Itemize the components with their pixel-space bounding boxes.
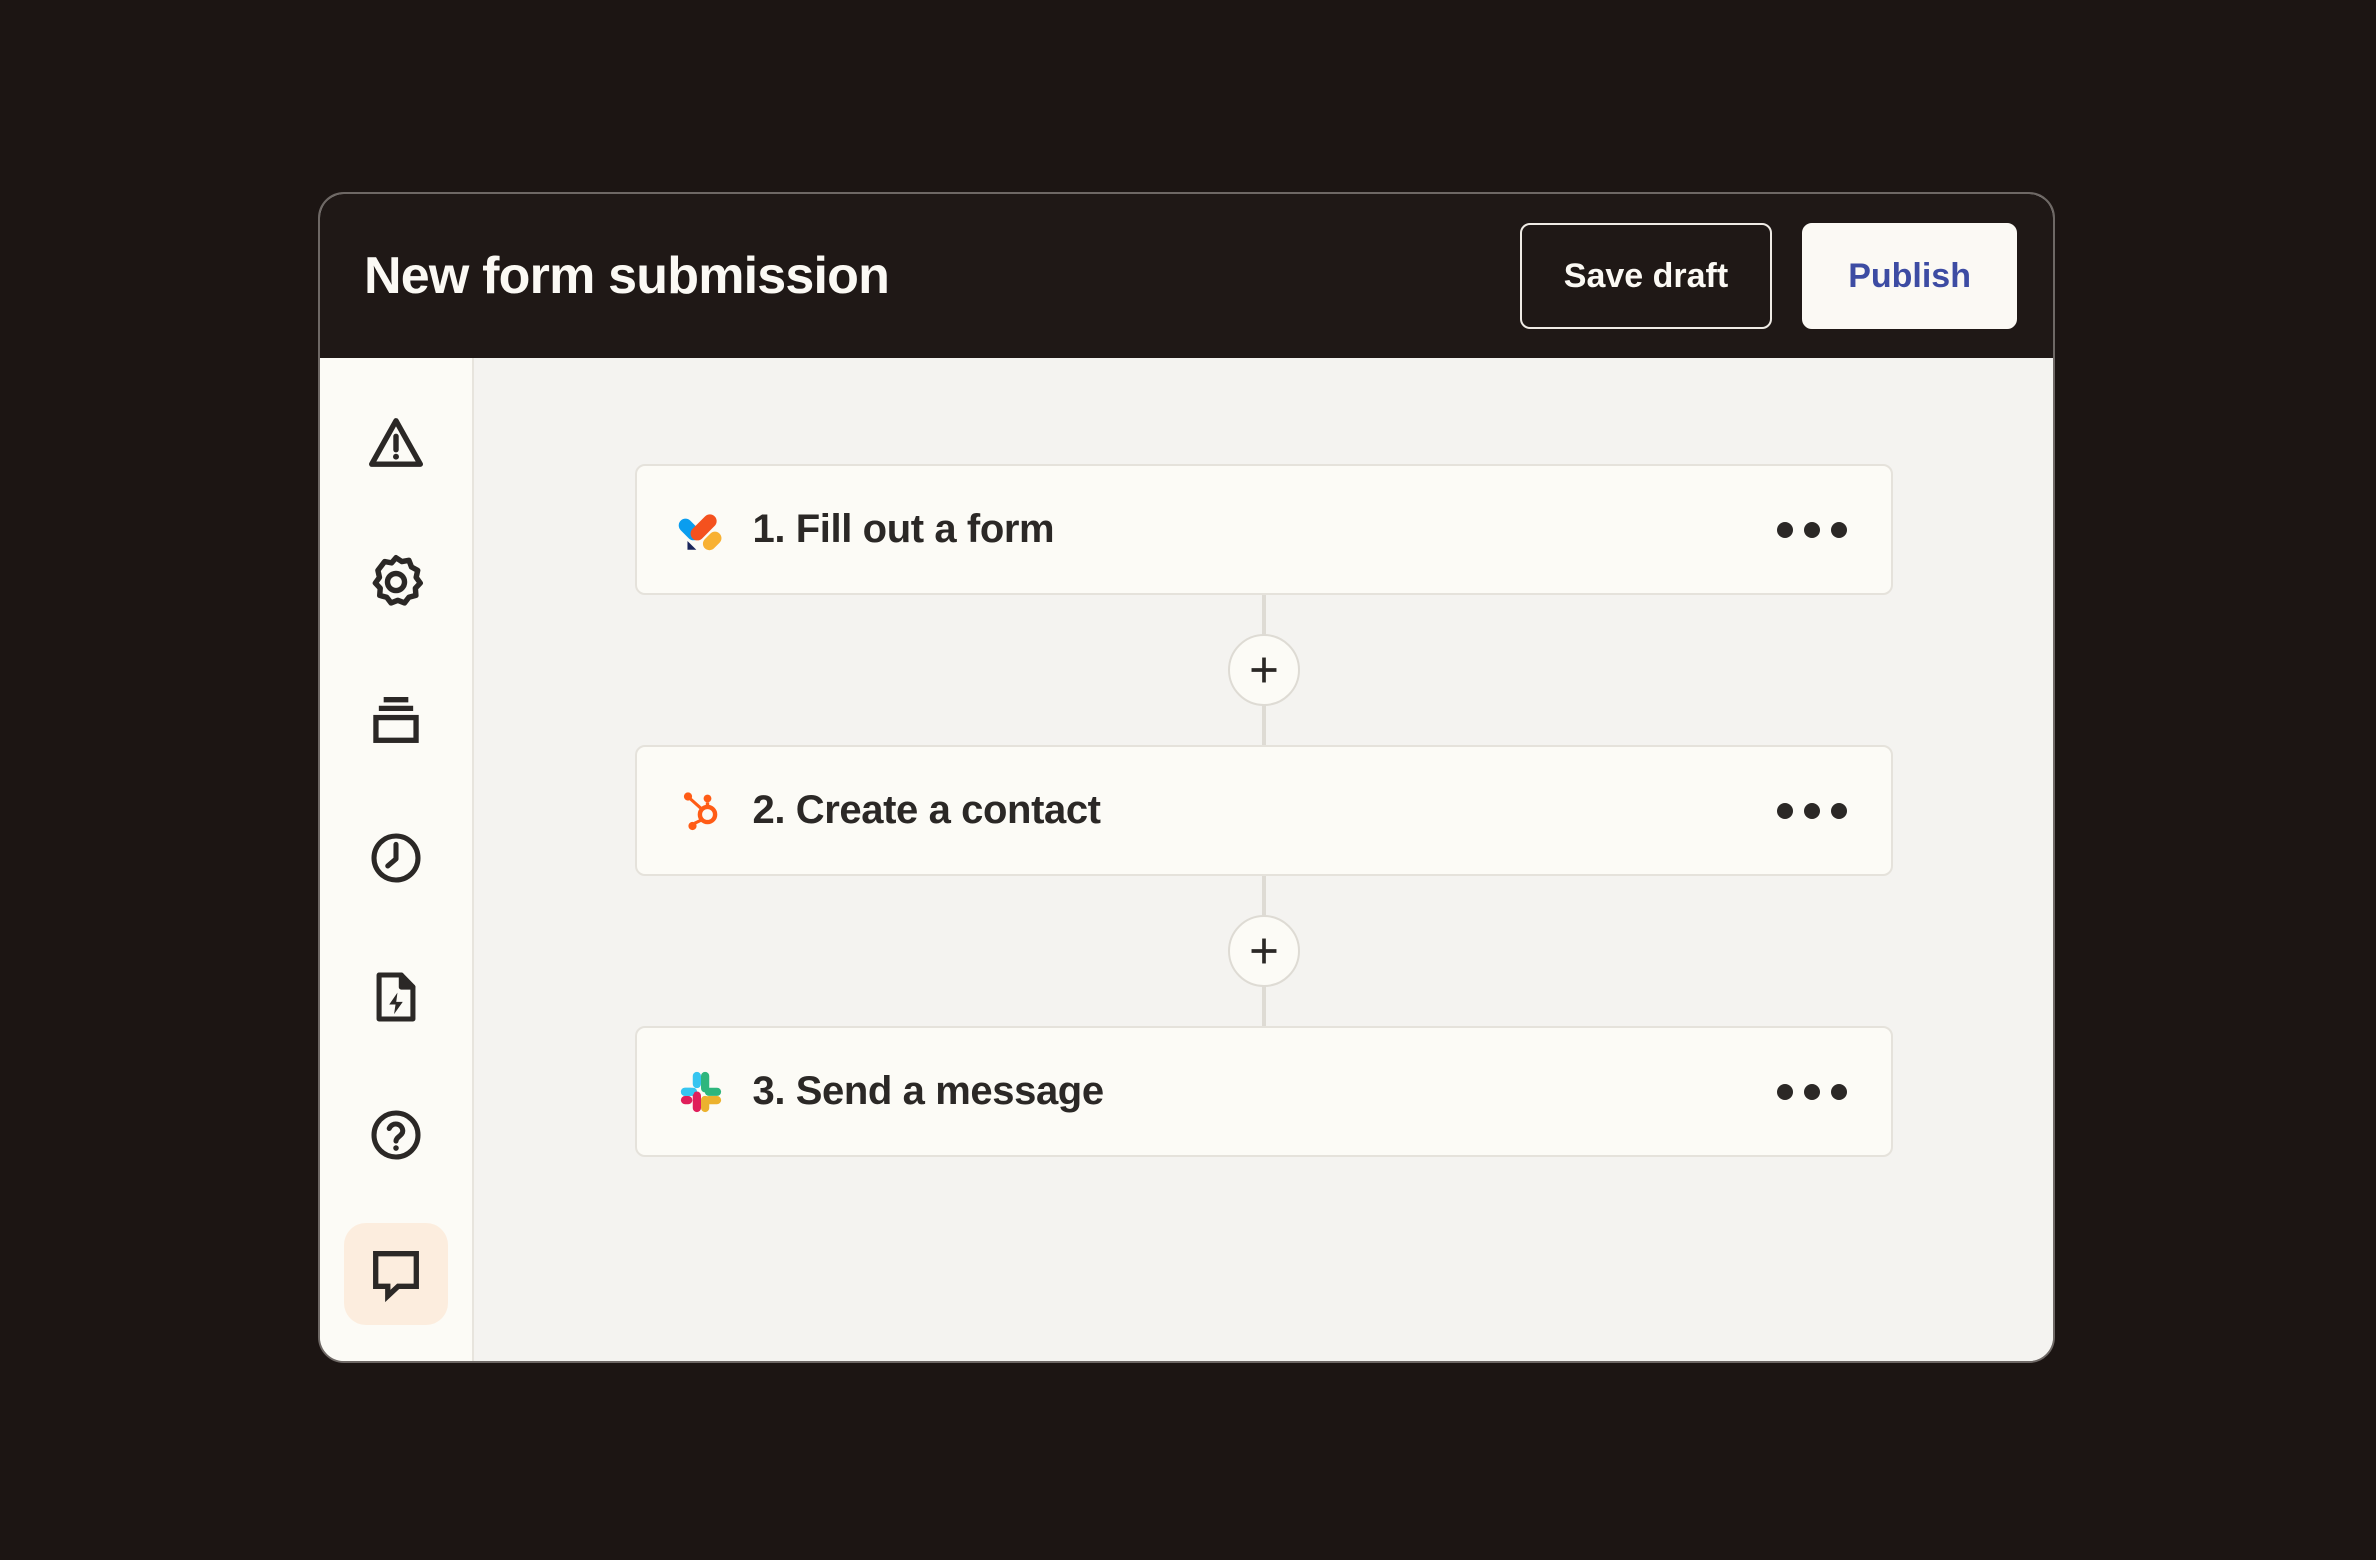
workflow-steps: 1. Fill out a form 2. Create a contact 3… [634,464,1893,1157]
header-actions: Save draft Publish [1519,223,2017,329]
workflow-step-1[interactable]: 1. Fill out a form [634,464,1893,595]
clock-icon [367,829,425,887]
plus-icon [1251,938,1276,964]
app-window: New form submission Save draft Publish 1… [318,192,2055,1363]
feedback-chat-icon [367,1245,425,1303]
sidebar-item-settings[interactable] [344,530,448,632]
help-circle-icon [367,1106,425,1164]
sidebar-item-feedback[interactable] [344,1222,448,1325]
more-options-icon[interactable] [1767,504,1857,556]
workflow-step-label: 3. Send a message [752,1069,1105,1113]
hubspot-icon [675,785,727,837]
workflow-canvas: 1. Fill out a form 2. Create a contact 3… [474,358,2053,1361]
sidebar-item-runs[interactable] [344,946,448,1048]
jotform-icon [675,504,727,556]
sidebar-item-history[interactable] [344,807,448,909]
workflow-step-label: 1. Fill out a form [752,507,1055,551]
slack-icon [675,1066,727,1118]
stack-icon [367,691,425,749]
add-step-button[interactable] [1227,634,1300,706]
sidebar [320,358,474,1361]
app-header: New form submission Save draft Publish [320,194,2053,358]
app-body: 1. Fill out a form 2. Create a contact 3… [320,358,2053,1361]
document-lightning-icon [367,968,425,1026]
workflow-step-2[interactable]: 2. Create a contact [634,745,1893,876]
sidebar-item-help[interactable] [344,1084,448,1186]
workflow-step-label: 2. Create a contact [752,788,1102,832]
save-draft-button[interactable]: Save draft [1519,223,1773,329]
page-title: New form submission [364,247,890,305]
warning-triangle-icon [365,412,427,474]
page-background: New form submission Save draft Publish 1… [0,0,2376,1560]
gear-icon [365,551,427,613]
more-options-icon[interactable] [1767,1066,1857,1118]
plus-icon [1251,657,1276,683]
add-step-button[interactable] [1227,915,1300,987]
publish-button[interactable]: Publish [1802,223,2017,329]
sidebar-item-warning[interactable] [344,392,448,494]
workflow-step-3[interactable]: 3. Send a message [634,1026,1893,1157]
sidebar-item-stack[interactable] [344,669,448,771]
step-connector-1 [635,595,1893,745]
step-connector-2 [635,876,1893,1026]
more-options-icon[interactable] [1767,785,1857,837]
